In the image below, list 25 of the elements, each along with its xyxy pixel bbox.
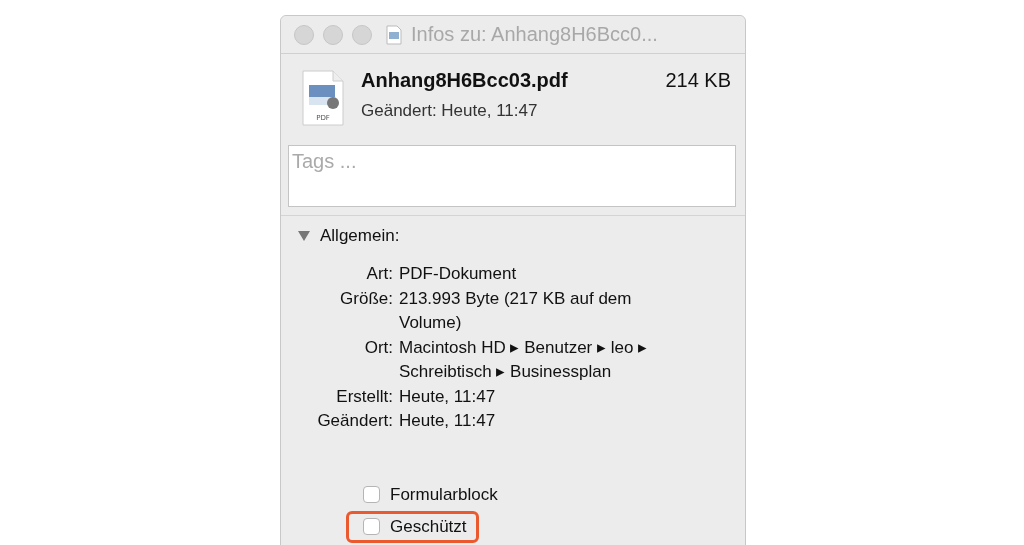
checkbox-label[interactable]: Formularblock bbox=[390, 484, 498, 505]
property-label: Geändert: bbox=[316, 410, 393, 432]
property-value: Macintosh HD ▸ Benutzer ▸ leo ▸ Schreibtisch ▸ Businessplan bbox=[399, 336, 649, 383]
window-title: Infos zu: Anhang8H6Bcc0... bbox=[411, 23, 658, 46]
tags-field[interactable]: Tags ... bbox=[288, 145, 736, 207]
file-name: Anhang8H6Bcc03.pdf bbox=[361, 69, 568, 92]
property-label: Art: bbox=[365, 263, 393, 285]
checkbox[interactable] bbox=[363, 486, 380, 503]
close-button[interactable] bbox=[294, 24, 314, 45]
minimize-button[interactable] bbox=[323, 24, 343, 45]
file-size: 214 KB bbox=[665, 69, 731, 92]
disclosure-triangle-icon[interactable] bbox=[298, 231, 310, 241]
zoom-button[interactable] bbox=[352, 24, 372, 45]
property-value: Heute, 11:47 bbox=[399, 410, 497, 432]
property-value: PDF-Dokument bbox=[399, 263, 518, 285]
property-label: Ort: bbox=[363, 336, 393, 359]
section-title[interactable]: Allgemein: bbox=[320, 226, 400, 246]
property-label: Größe: bbox=[339, 287, 393, 310]
property-label: Erstellt: bbox=[335, 385, 393, 408]
property-value: 213.993 Byte (217 KB auf dem Volume) bbox=[399, 287, 633, 334]
modified-date: Geändert: Heute, 11:47 bbox=[361, 101, 539, 121]
document-icon bbox=[386, 24, 402, 45]
checkbox-label[interactable]: Geschützt bbox=[390, 516, 467, 537]
property-value: Heute, 11:47 bbox=[399, 385, 497, 408]
checkbox[interactable] bbox=[363, 518, 380, 535]
